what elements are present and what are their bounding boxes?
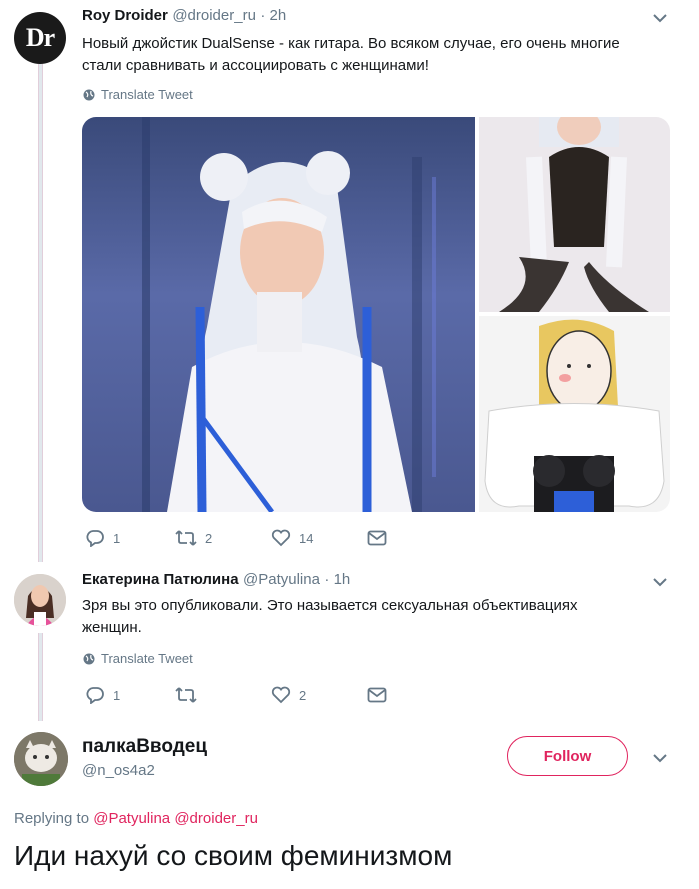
retweet-icon — [175, 530, 197, 546]
author-handle[interactable]: @n_os4a2 — [82, 762, 155, 779]
translate-link[interactable]: Translate Tweet — [83, 651, 193, 666]
tweet-actions: 1 2 14 — [85, 529, 387, 547]
avatar[interactable]: Dr — [14, 12, 66, 64]
tweet-text-line: женщин. — [82, 619, 142, 636]
tweet-text: Новый джойстик DualSense - как гитара. В… — [82, 33, 682, 77]
tweet-time[interactable]: · 2h — [260, 7, 286, 24]
chevron-down-icon[interactable] — [652, 576, 668, 588]
thread-line — [38, 64, 43, 562]
retweet-button[interactable] — [175, 686, 271, 704]
heart-icon — [271, 529, 291, 547]
media-image-bottom-right[interactable] — [479, 316, 670, 512]
mention-link[interactable]: @droider_ru — [174, 810, 258, 827]
translate-link[interactable]: Translate Tweet — [83, 87, 193, 102]
reply-button[interactable]: 1 — [85, 686, 175, 704]
reply-icon — [86, 530, 104, 547]
retweet-count: 2 — [205, 530, 213, 546]
chevron-down-icon[interactable] — [652, 12, 668, 24]
heart-icon — [271, 686, 291, 704]
retweet-icon — [175, 687, 197, 703]
author-name[interactable]: Екатерина Патюлина — [82, 571, 239, 588]
tweet-text-line: стали сравнивать и ассоциировать с женщи… — [82, 57, 429, 74]
like-count: 14 — [299, 530, 314, 546]
globe-icon — [83, 89, 95, 100]
reply-icon — [86, 687, 104, 704]
avatar-logo-text: Dr — [25, 23, 55, 52]
author-name[interactable]: палкаВводец — [82, 736, 207, 758]
author-handle[interactable]: @Patyulina — [243, 571, 320, 588]
replying-prefix: Replying to — [14, 810, 90, 827]
reply-button[interactable]: 1 — [85, 529, 175, 547]
like-button[interactable]: 2 — [271, 686, 367, 704]
tweet-text-line: Зря вы это опубликовали. Это называется … — [82, 597, 578, 614]
like-count: 2 — [299, 687, 307, 703]
media-image-main[interactable] — [82, 117, 475, 512]
replying-to: Replying to @Patyulina @droider_ru — [14, 810, 258, 827]
follow-button[interactable]: Follow — [507, 736, 628, 776]
controller-meme-illustration — [484, 319, 665, 512]
translate-label: Translate Tweet — [101, 651, 193, 666]
author-name[interactable]: Roy Droider — [82, 7, 168, 24]
tweet-header: Екатерина Патюлина @Patyulina · 1h — [82, 571, 350, 589]
media-grid — [82, 117, 670, 512]
tweet-text: Зря вы это опубликовали. Это называется … — [82, 595, 682, 639]
chevron-down-icon[interactable] — [652, 752, 668, 764]
translate-label: Translate Tweet — [101, 87, 193, 102]
like-button[interactable]: 14 — [271, 529, 367, 547]
envelope-icon — [367, 530, 387, 546]
avatar[interactable] — [14, 574, 66, 626]
tweet-actions: 1 2 — [85, 686, 387, 704]
dm-button[interactable] — [367, 687, 387, 703]
avatar-photo — [14, 732, 68, 786]
retweet-button[interactable]: 2 — [175, 529, 271, 547]
thread-line — [38, 633, 43, 721]
tweet-text-line: Новый джойстик DualSense - как гитара. В… — [82, 35, 620, 52]
author-handle[interactable]: @droider_ru — [172, 7, 256, 24]
avatar[interactable] — [14, 732, 68, 786]
character-illustration — [142, 117, 436, 512]
reply-count: 1 — [113, 687, 121, 703]
tweet-header: Roy Droider @droider_ru · 2h — [82, 7, 286, 25]
dm-button[interactable] — [367, 530, 387, 546]
reply-count: 1 — [113, 530, 121, 546]
globe-icon — [83, 653, 95, 664]
media-image-top-right[interactable] — [479, 117, 670, 312]
avatar-photo — [14, 574, 66, 626]
mention-link[interactable]: @Patyulina — [93, 810, 170, 827]
character-illustration — [499, 117, 649, 312]
focused-tweet-text: Иди нахуй со своим феминизмом — [14, 840, 453, 871]
envelope-icon — [367, 687, 387, 703]
tweet-time[interactable]: · 1h — [324, 571, 350, 588]
